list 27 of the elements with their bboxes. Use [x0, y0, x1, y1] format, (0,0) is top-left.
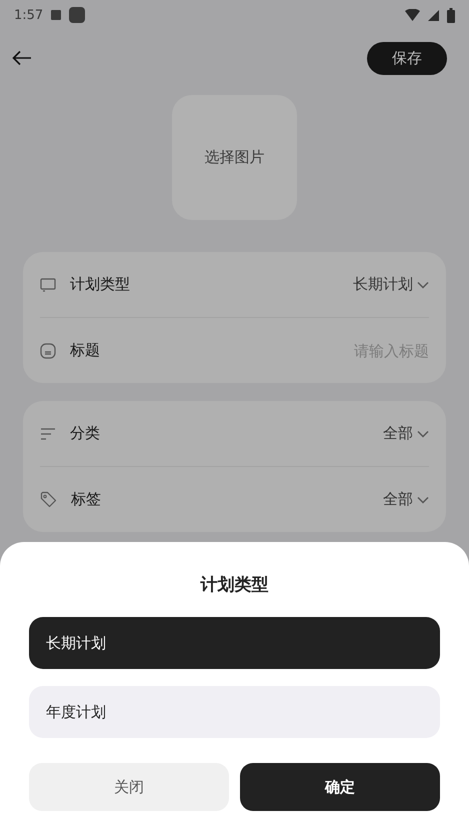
select-dropdown[interactable]: 长期计划	[353, 275, 429, 294]
image-picker[interactable]: 选择图片	[172, 95, 297, 220]
option-item[interactable]: 长期计划	[29, 617, 440, 669]
field-label: 标签	[71, 490, 102, 509]
chevron-down-icon	[417, 430, 429, 438]
field-label: 标题	[70, 341, 101, 360]
field-label: 计划类型	[70, 275, 131, 294]
option-item[interactable]: 年度计划	[29, 686, 440, 738]
tag-icon	[40, 491, 57, 508]
keyboard-notification-icon	[51, 10, 62, 20]
app-notification-icon	[69, 7, 86, 23]
field-label: 分类	[70, 424, 101, 443]
close-button[interactable]: 关闭	[29, 763, 229, 811]
save-button[interactable]: 保存	[367, 42, 447, 74]
sheet-title: 计划类型	[200, 574, 268, 596]
select-dropdown[interactable]: 全部	[383, 490, 429, 509]
signal-icon	[428, 10, 439, 20]
wifi-icon	[405, 9, 420, 21]
sort-icon	[40, 428, 56, 440]
screen-icon	[40, 278, 56, 292]
subtitle-icon	[40, 342, 56, 358]
select-dropdown[interactable]: 全部	[383, 424, 429, 443]
chevron-down-icon	[417, 280, 429, 288]
confirm-button[interactable]: 确定	[240, 763, 440, 811]
chevron-down-icon	[417, 496, 429, 504]
status-time: 1:57	[14, 8, 44, 22]
battery-icon	[447, 8, 455, 22]
